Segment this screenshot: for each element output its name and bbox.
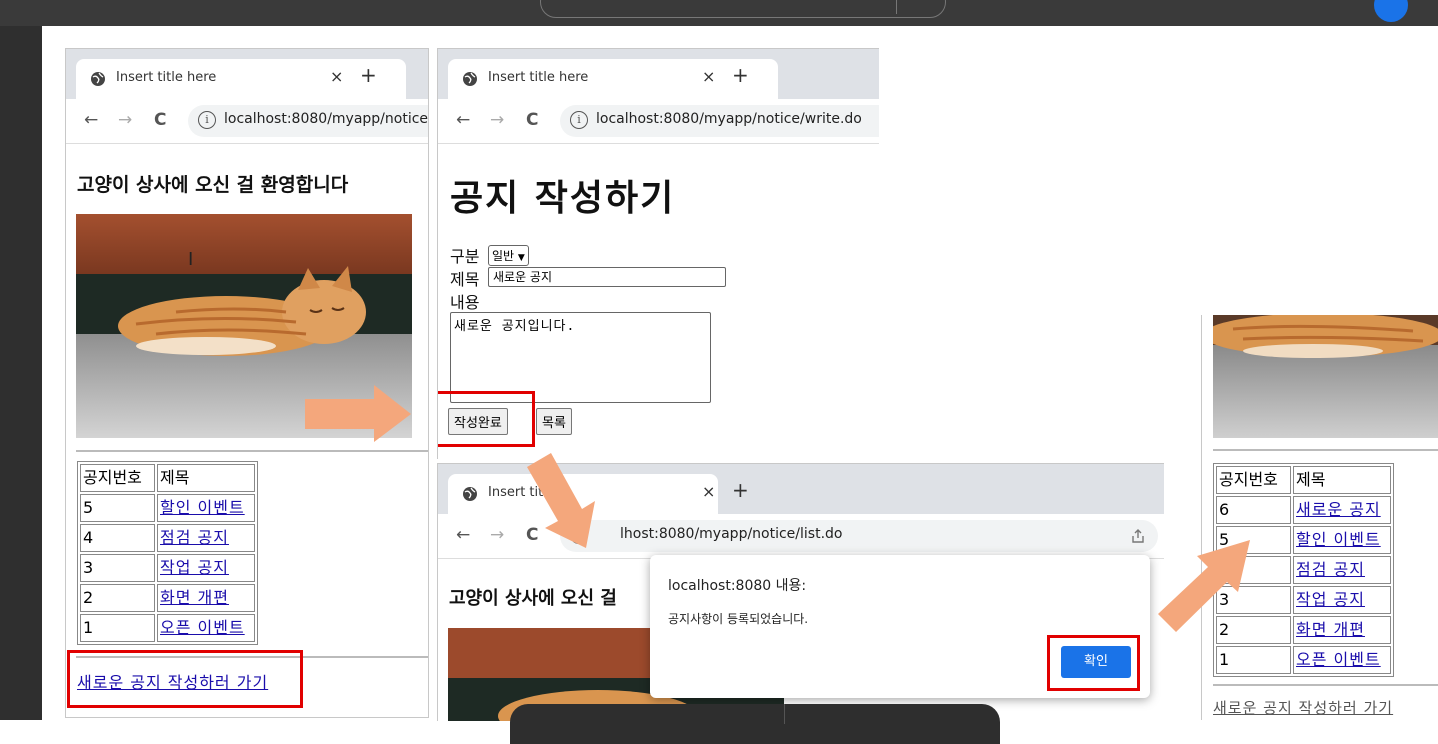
arrow-right-icon <box>305 385 411 442</box>
arrow-up-right-icon <box>1158 540 1250 632</box>
arrow-down-right-icon <box>527 453 595 548</box>
flow-arrows <box>305 385 1250 632</box>
